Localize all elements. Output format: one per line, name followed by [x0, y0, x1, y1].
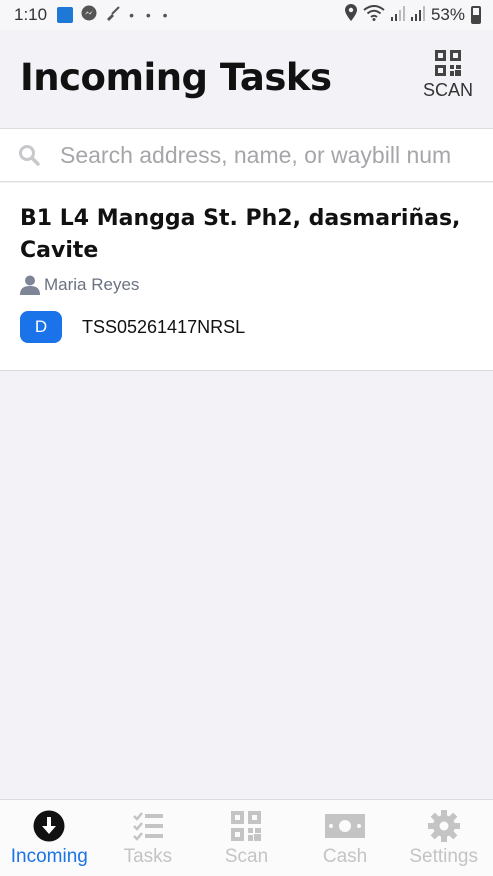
checklist-icon: [133, 812, 163, 841]
tab-incoming[interactable]: Incoming: [0, 800, 99, 876]
download-circle-icon: [33, 810, 65, 842]
qr-code-icon: [435, 50, 461, 76]
person-icon: [20, 275, 40, 295]
scan-button[interactable]: SCAN: [419, 50, 477, 106]
bottom-nav: Incoming Tasks Scan Cash Settings: [0, 799, 493, 876]
waybill-number: TSS05261417NRSL: [82, 316, 246, 337]
broom-icon: [105, 5, 121, 26]
signal-icon-1: [390, 5, 405, 26]
search-input[interactable]: [60, 141, 480, 169]
task-recipient: Maria Reyes: [20, 275, 473, 295]
tab-tasks[interactable]: Tasks: [99, 800, 198, 876]
tab-scan[interactable]: Scan: [197, 800, 296, 876]
status-bar: 1:10 • • • 53%: [0, 0, 493, 30]
wifi-icon: [363, 4, 385, 26]
page-title: Incoming Tasks: [20, 56, 332, 99]
status-time: 1:10: [14, 5, 48, 24]
location-icon: [344, 4, 357, 26]
scan-label: SCAN: [422, 80, 473, 100]
tab-label-cash: Cash: [322, 846, 368, 867]
battery-percent: 53%: [430, 5, 465, 24]
battery-icon: [471, 6, 481, 24]
tab-settings[interactable]: Settings: [394, 800, 493, 876]
task-card[interactable]: B1 L4 Mangga St. Ph2, dasmariñas, Cavite…: [0, 183, 493, 371]
tab-cash[interactable]: Cash: [296, 800, 395, 876]
task-waybill-row: D TSS05261417NRSL: [20, 311, 473, 343]
search-icon: [19, 145, 40, 166]
search-bar: [0, 128, 493, 182]
status-right: 53%: [344, 4, 481, 26]
task-address: B1 L4 Mangga St. Ph2, dasmariñas, Cavite: [20, 206, 461, 263]
app-notification-icon: [57, 7, 74, 23]
task-type-badge: D: [20, 311, 62, 343]
tab-label-scan: Scan: [224, 846, 269, 867]
gear-icon: [427, 810, 460, 842]
cash-icon: [325, 814, 366, 838]
recipient-name: Maria Reyes: [44, 275, 140, 294]
messenger-icon: [81, 5, 97, 26]
tab-label-tasks: Tasks: [123, 846, 173, 867]
tab-label-settings: Settings: [409, 846, 478, 867]
tab-label-incoming: Incoming: [10, 846, 88, 867]
signal-icon-2: [410, 5, 425, 26]
header: Incoming Tasks SCAN: [0, 30, 493, 128]
qr-code-icon: [231, 811, 262, 841]
more-notifications-icon: • • •: [129, 7, 172, 23]
